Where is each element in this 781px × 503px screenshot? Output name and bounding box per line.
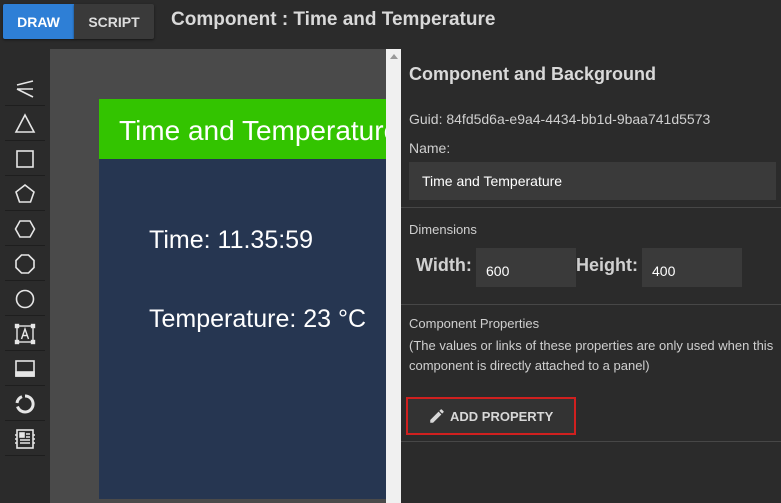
panel-tool-icon[interactable] — [5, 352, 45, 386]
shape-toolbar — [0, 70, 50, 503]
component-header: Time and Temperature — [99, 99, 386, 159]
design-canvas[interactable]: Time and Temperature Time: 11.35:59 Temp… — [50, 49, 386, 503]
draw-mode-button[interactable]: DRAW — [3, 4, 74, 39]
circle-tool-icon[interactable] — [5, 282, 45, 316]
add-property-button[interactable]: ADD PROPERTY — [406, 397, 576, 435]
section-title: Component and Background — [409, 64, 656, 84]
height-input[interactable] — [642, 248, 742, 287]
temperature-text: Temperature: 23 °C — [149, 305, 367, 333]
pencil-icon — [430, 409, 444, 423]
gauge-tool-icon[interactable] — [5, 387, 45, 421]
guid-text: Guid: 84fd5d6a-e9a4-4434-bb1d-9baa741d55… — [409, 111, 711, 127]
hexagon-tool-icon[interactable] — [5, 212, 45, 246]
page-title: Component : Time and Temperature — [171, 9, 496, 30]
component-preview[interactable]: Time and Temperature Time: 11.35:59 Temp… — [99, 99, 386, 499]
height-label: Height: — [576, 255, 638, 275]
triangle-tool-icon[interactable] — [5, 107, 45, 141]
pentagon-tool-icon[interactable] — [5, 177, 45, 211]
component-properties-note: (The values or links of these properties… — [409, 338, 774, 373]
component-title: Time and Temperature — [119, 115, 386, 146]
name-label: Name: — [409, 140, 451, 156]
square-tool-icon[interactable] — [5, 142, 45, 176]
widget-tool-icon[interactable] — [5, 422, 45, 456]
divider — [401, 441, 781, 442]
script-mode-button[interactable]: SCRIPT — [74, 4, 154, 39]
octagon-tool-icon[interactable] — [5, 247, 45, 281]
dimensions-title: Dimensions — [409, 222, 477, 237]
name-input[interactable] — [409, 162, 776, 200]
divider — [401, 304, 781, 305]
time-text: Time: 11.35:59 — [149, 226, 313, 254]
top-bar: DRAW SCRIPT Component : Time and Tempera… — [0, 0, 781, 42]
add-property-label: ADD PROPERTY — [450, 408, 554, 424]
width-label: Width: — [416, 255, 472, 275]
component-properties-title: Component Properties — [409, 316, 540, 331]
line-tool-icon[interactable] — [5, 72, 45, 106]
text-tool-icon[interactable] — [5, 317, 45, 351]
canvas-scrollbar[interactable] — [386, 49, 401, 503]
properties-panel: Component and Background Guid: 84fd5d6a-… — [401, 49, 781, 503]
width-input[interactable] — [476, 248, 576, 287]
divider — [401, 207, 781, 208]
scroll-up-icon[interactable] — [390, 54, 398, 59]
